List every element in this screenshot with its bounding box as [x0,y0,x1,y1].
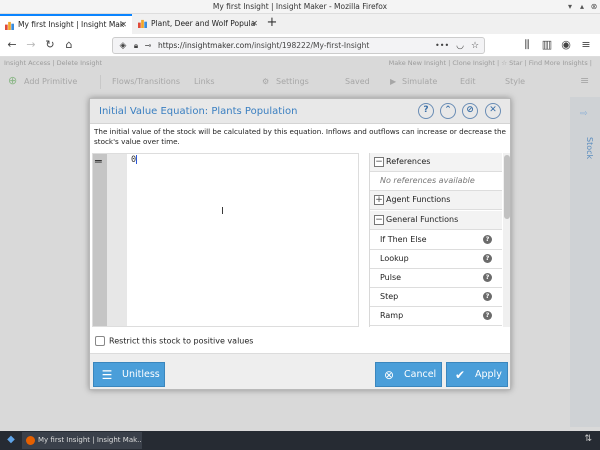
url-text[interactable]: https://insightmaker.com/insight/198222/… [158,41,369,50]
firefox-icon [26,436,35,445]
restrict-positive-checkbox[interactable] [95,336,105,346]
function-item-pulse[interactable]: Pulse ? [370,269,502,288]
scrollbar-thumb[interactable] [504,155,510,219]
function-item-step[interactable]: Step ? [370,288,502,307]
forward-icon[interactable]: → [24,38,38,52]
page-actions-icon[interactable]: ••• [435,39,449,53]
tab-label: My first Insight | Insight Mak [18,20,125,29]
help-circle-icon[interactable]: ? [483,273,492,282]
dialog-title: Initial Value Equation: Plants Populatio… [99,106,298,117]
reference-panel: − References No references available + A… [369,153,510,327]
insightmaker-favicon-icon [5,21,14,30]
agent-functions-label: Agent Functions [386,195,451,204]
restrict-positive-option[interactable]: Restrict this stock to positive values [95,336,253,346]
close-dialog-icon[interactable]: ✕ [485,103,501,119]
navigation-bar: ← → ↻ ⌂ ◈ 🔒︎ ⊸ https://insightmaker.com/… [0,34,600,57]
collapse-box-icon[interactable]: − [374,157,384,167]
pocket-icon[interactable]: ◡ [453,39,467,53]
mouse-ibeam-cursor-icon: Ι [221,206,224,217]
general-functions-label: General Functions [386,215,459,224]
new-tab-button[interactable]: + [265,14,279,34]
equation-dialog: Initial Value Equation: Plants Populatio… [89,98,511,390]
editor-gutter: ═ [93,154,107,326]
drag-handle-icon[interactable]: ═ [95,156,102,167]
dialog-footer: ☰ Unitless ⊗ Cancel ✔ Apply [90,353,510,389]
maximize-icon[interactable]: ▴ [577,2,587,12]
restrict-positive-label: Restrict this stock to positive values [109,336,254,346]
taskbar-item-label: My first Insight | Insight Mak... [38,436,142,444]
close-tab-icon[interactable]: ✕ [120,16,127,34]
cancel-x-icon: ⊗ [383,368,395,382]
references-section-header[interactable]: − References [370,153,502,172]
help-circle-icon[interactable]: ? [483,254,492,263]
help-icon[interactable]: ? [418,103,434,119]
account-icon[interactable]: ◉ [559,38,573,52]
dialog-header: Initial Value Equation: Plants Populatio… [90,99,510,124]
sidebar-icon[interactable]: ▥ [540,38,554,52]
close-window-icon[interactable]: ⊗ [589,2,599,12]
unitless-button[interactable]: ☰ Unitless [93,362,165,387]
url-bar[interactable]: ◈ 🔒︎ ⊸ https://insightmaker.com/insight/… [112,37,485,54]
reference-scrollbar[interactable] [503,153,510,327]
help-circle-icon[interactable]: ? [483,235,492,244]
network-icon[interactable]: ⇅ [584,434,592,444]
url-host: https://insightmaker.com [158,41,252,50]
equation-text[interactable]: 0 [131,155,138,165]
references-label: References [386,157,431,166]
agent-functions-section-header[interactable]: + Agent Functions [370,191,502,210]
text-caret [136,155,138,164]
insightmaker-favicon-icon [138,19,147,28]
expand-box-icon[interactable]: + [374,195,384,205]
back-icon[interactable]: ← [5,38,19,52]
pin-icon[interactable]: ⊘ [462,103,478,119]
tab-my-first-insight[interactable]: My first Insight | Insight Mak ✕ [0,14,132,34]
function-label: Pulse [380,273,402,282]
tab-label: Plant, Deer and Wolf Popula [151,19,256,28]
close-tab-icon[interactable]: ✕ [251,14,258,34]
home-icon[interactable]: ⌂ [62,38,76,52]
function-label: Lookup [380,254,409,263]
os-taskbar: ◆ My first Insight | Insight Mak... ⇅ [0,431,600,450]
bookmark-star-icon[interactable]: ☆ [468,39,482,53]
function-item-if-then-else[interactable]: If Then Else ? [370,231,502,250]
general-functions-section-header[interactable]: − General Functions [370,211,502,230]
help-circle-icon[interactable]: ? [483,311,492,320]
checkmark-icon: ✔ [454,368,466,382]
taskbar-firefox-item[interactable]: My first Insight | Insight Mak... [22,432,142,449]
url-path: /insight/198222/My-first-Insight [251,41,370,50]
stock-panel-tab[interactable]: Stock [585,137,594,159]
start-menu-icon[interactable]: ◆ [5,434,17,446]
function-label: If Then Else [380,235,427,244]
equation-editor[interactable]: ═ 0 Ι [92,153,359,327]
dialog-description: The initial value of the stock will be c… [94,127,506,146]
apply-button[interactable]: ✔ Apply [446,362,508,387]
help-circle-icon[interactable]: ? [483,292,492,301]
cancel-label: Cancel [404,369,437,380]
window-titlebar: My first Insight | Insight Maker - Mozil… [0,0,600,14]
apply-label: Apply [475,369,502,380]
function-item-lookup[interactable]: Lookup ? [370,250,502,269]
no-references-note: No references available [370,172,502,191]
reload-icon[interactable]: ↻ [43,38,57,52]
collapse-box-icon[interactable]: − [374,215,384,225]
cancel-button[interactable]: ⊗ Cancel [375,362,442,387]
function-label: Ramp [380,311,404,320]
window-title: My first Insight | Insight Maker - Mozil… [212,2,388,11]
library-icon[interactable]: ⫼ [520,38,534,52]
collapse-panel-icon[interactable]: ⇨ [580,109,588,119]
function-label: Step [380,292,399,301]
tab-bar: My first Insight | Insight Mak ✕ Plant, … [0,14,600,34]
line-number-gutter [107,154,127,326]
menu-icon[interactable]: ≡ [579,38,593,52]
unitless-label: Unitless [122,369,160,380]
shield-icon[interactable]: ◈ [116,39,130,53]
function-item-ramp[interactable]: Ramp ? [370,307,502,326]
sliders-icon: ☰ [101,368,113,382]
tab-plant-deer-wolf[interactable]: Plant, Deer and Wolf Popula ✕ [133,14,263,34]
collapse-icon[interactable]: ⌃ [440,103,456,119]
permissions-icon[interactable]: ⊸ [141,39,155,53]
minimize-icon[interactable]: ▾ [565,2,575,12]
